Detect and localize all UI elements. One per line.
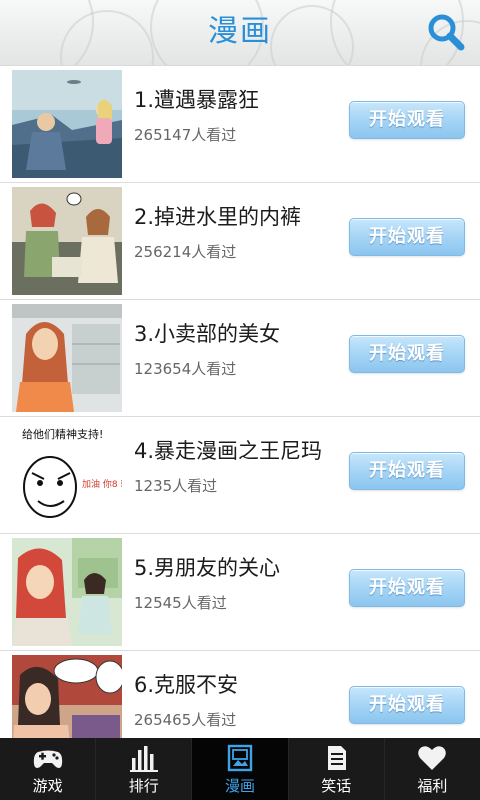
thumb-speech: 加油 你8 就列!: [82, 478, 122, 490]
picture-icon: [227, 744, 253, 772]
tab-jokes[interactable]: 笑话: [287, 738, 384, 800]
comic-thumbnail: [12, 655, 122, 738]
comic-thumbnail: [12, 187, 122, 295]
comic-thumbnail: [12, 538, 122, 646]
view-count: 256214人看过: [134, 243, 237, 261]
tab-label: 排行: [128, 777, 159, 795]
start-watching-button[interactable]: 开始观看: [349, 101, 465, 139]
view-count: 265147人看过: [134, 126, 237, 144]
thumb-caption: 给他们精神支持!: [22, 427, 103, 441]
comic-title: 3.小卖部的美女: [134, 322, 281, 346]
search-button[interactable]: [424, 10, 468, 54]
view-count: 1235人看过: [134, 477, 218, 495]
tab-welfare[interactable]: 福利: [383, 738, 480, 800]
comic-thumbnail: [12, 70, 122, 178]
tab-games[interactable]: 游戏: [0, 738, 95, 800]
tab-comics[interactable]: 漫画: [191, 738, 288, 800]
comic-title: 4.暴走漫画之王尼玛: [134, 439, 323, 463]
comic-title: 6.克服不安: [134, 673, 239, 697]
tab-label: 福利: [417, 777, 448, 795]
list-item[interactable]: 1.遭遇暴露狂 265147人看过 开始观看: [0, 66, 480, 183]
view-count: 12545人看过: [134, 594, 227, 612]
list-item[interactable]: 5.男朋友的关心 12545人看过 开始观看: [0, 534, 480, 651]
comic-title: 5.男朋友的关心: [134, 556, 281, 580]
start-watching-button[interactable]: 开始观看: [349, 569, 465, 607]
tab-label: 笑话: [321, 777, 352, 795]
bar-chart-icon: [129, 746, 158, 772]
comic-title: 2.掉进水里的内裤: [134, 205, 302, 229]
gamepad-icon: [33, 750, 62, 768]
list-item[interactable]: 3.小卖部的美女 123654人看过 开始观看: [0, 300, 480, 417]
view-count: 265465人看过: [134, 711, 237, 729]
start-watching-button[interactable]: 开始观看: [349, 218, 465, 256]
start-watching-button[interactable]: 开始观看: [349, 335, 465, 373]
start-watching-button[interactable]: 开始观看: [349, 452, 465, 490]
list-item[interactable]: 6.克服不安 265465人看过 开始观看: [0, 651, 480, 738]
comic-thumbnail: [12, 304, 122, 412]
tab-ranking[interactable]: 排行: [95, 738, 191, 800]
tab-label: 漫画: [225, 777, 256, 795]
search-icon: [428, 14, 465, 51]
heart-icon: [418, 746, 447, 770]
page-title: 漫画: [208, 14, 272, 49]
comic-thumbnail: 给他们精神支持! 加油 你8 就列!: [12, 421, 122, 529]
header-bar: 漫画: [0, 0, 480, 66]
comic-list[interactable]: 1.遭遇暴露狂 265147人看过 开始观看 2.掉进水里的内裤 256214人…: [0, 66, 480, 738]
comic-title: 1.遭遇暴露狂: [134, 88, 260, 112]
view-count: 123654人看过: [134, 360, 237, 378]
start-watching-button[interactable]: 开始观看: [349, 686, 465, 724]
tab-label: 游戏: [32, 777, 63, 795]
document-icon: [328, 746, 347, 770]
list-item[interactable]: 给他们精神支持! 加油 你8 就列! 4.暴走漫画之王尼玛 1235人看过 开始…: [0, 417, 480, 534]
app-root: 漫画 1.遭遇暴露狂 265147人看过 开始观看 2.掉进水里的内裤 2562…: [0, 0, 480, 800]
list-item[interactable]: 2.掉进水里的内裤 256214人看过 开始观看: [0, 183, 480, 300]
bottom-tab-bar: 游戏 排行 漫画 笑话 福利: [0, 738, 480, 800]
